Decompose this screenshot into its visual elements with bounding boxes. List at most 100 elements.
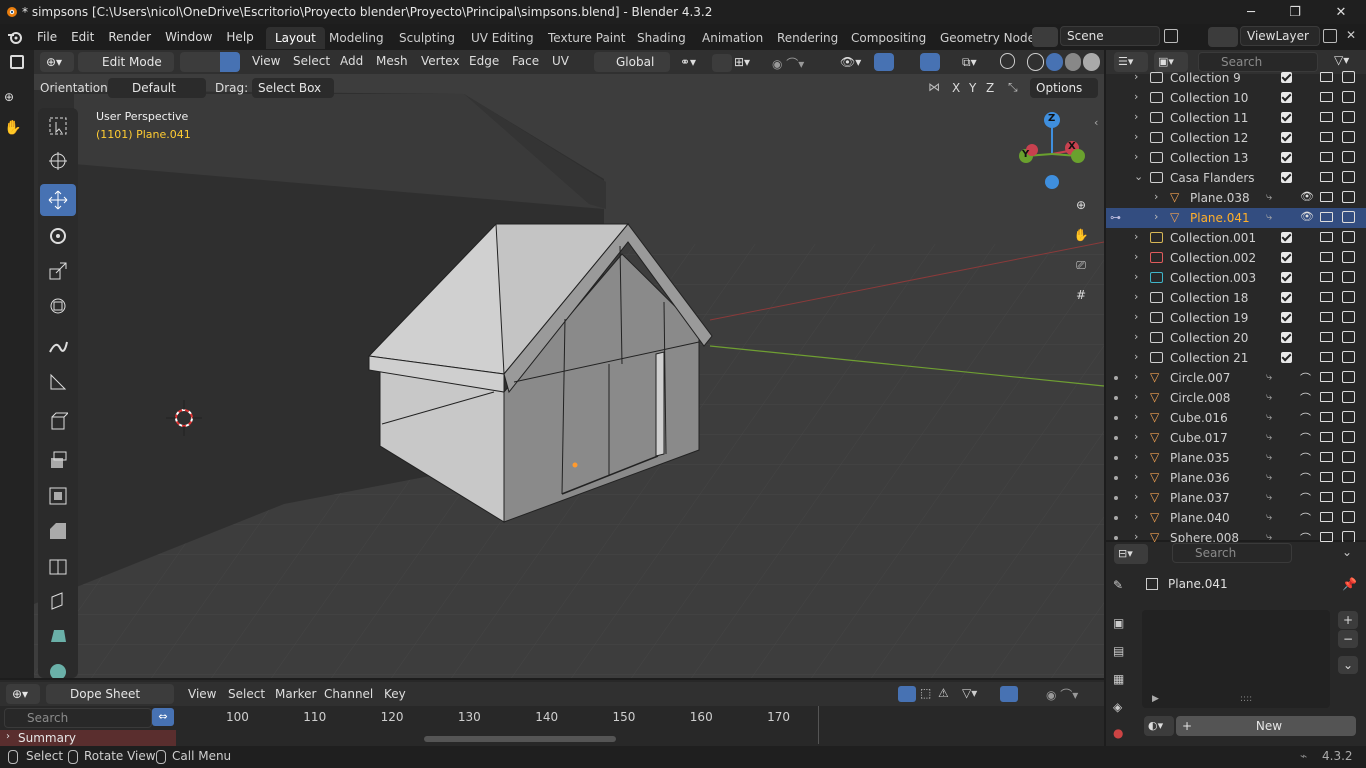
maximize-button[interactable]: ❐ [1272, 0, 1318, 24]
visibility-eye-icon[interactable]: ⌒ [1300, 470, 1311, 486]
outliner-row[interactable]: ⌄ Casa Flanders [1106, 168, 1366, 188]
expand-chevron-icon[interactable]: › [1134, 350, 1138, 363]
outliner-row[interactable]: › Collection 13 [1106, 148, 1366, 168]
render-toggle-icon[interactable] [1342, 511, 1355, 523]
only-selected-icon[interactable] [898, 686, 916, 702]
collapse-chevron-icon[interactable]: ⌄ [1134, 170, 1143, 183]
output-tab-icon[interactable]: ▤ [1113, 644, 1124, 658]
expand-chevron-icon[interactable]: › [1134, 430, 1138, 443]
exclude-checkbox[interactable] [1281, 232, 1292, 243]
camera-view-icon[interactable]: ⎚ [1068, 252, 1094, 278]
exclude-checkbox[interactable] [1281, 152, 1292, 163]
viewport-toggle-icon[interactable] [1320, 372, 1333, 382]
visibility-eye-icon[interactable]: ⌒ [1300, 490, 1311, 506]
scene-type-icon[interactable] [1032, 27, 1058, 47]
menu-face[interactable]: Face [512, 54, 539, 68]
tab-sculpting[interactable]: Sculpting [390, 27, 464, 49]
add-slot-icon[interactable]: + [1338, 611, 1358, 629]
expand-chevron-icon[interactable]: › [1134, 370, 1138, 383]
menu-select[interactable]: Select [293, 54, 330, 68]
viewport-toggle-icon[interactable] [1320, 252, 1333, 262]
summary-expand-icon[interactable]: › [6, 731, 10, 742]
expand-chevron-icon[interactable]: › [1134, 90, 1138, 103]
new-view-layer-icon[interactable] [1323, 29, 1337, 43]
render-toggle-icon[interactable] [1342, 451, 1355, 463]
menu-vertex[interactable]: Vertex [421, 54, 460, 68]
tool-tab-icon[interactable]: ✎ [1113, 578, 1123, 592]
outliner-row[interactable]: › ▽ Circle.007 ⤷ ⌒ [1106, 368, 1366, 388]
snap-icon[interactable] [712, 54, 732, 72]
outliner-row[interactable]: › ▽ Plane.036 ⤷ ⌒ [1106, 468, 1366, 488]
viewport-toggle-icon[interactable] [1320, 192, 1333, 202]
expand-chevron-icon[interactable]: › [1134, 330, 1138, 343]
menu-uv[interactable]: UV [552, 54, 569, 68]
expand-chevron-icon[interactable]: › [1134, 270, 1138, 283]
outliner-filter-icon[interactable]: ▽▾ [1334, 53, 1349, 67]
visibility-icon[interactable]: 👁▾ [840, 55, 861, 69]
ortho-toggle-icon[interactable]: # [1068, 282, 1094, 308]
expand-chevron-icon[interactable]: › [1134, 450, 1138, 463]
scene-selector[interactable]: Scene [1060, 26, 1160, 46]
viewport-toggle-icon[interactable] [1320, 472, 1333, 482]
viewport-toggle-icon[interactable] [1320, 352, 1333, 362]
render-toggle-icon[interactable] [1342, 71, 1355, 83]
transform-orientation-dropdown[interactable]: Global [594, 52, 670, 72]
outliner-row[interactable]: ⊶ › ▽ Plane.041 ⤷ 👁 [1106, 208, 1366, 228]
menu-render[interactable]: Render [101, 30, 158, 44]
3d-viewport[interactable]: User Perspective (1101) Plane.041 ‹ Z X … [34, 74, 1104, 678]
viewport-toggle-icon[interactable] [1320, 392, 1333, 402]
slot-menu-icon[interactable]: ⌄ [1338, 656, 1358, 674]
summary-row[interactable]: › Summary [0, 730, 176, 746]
face-select-icon[interactable] [220, 52, 240, 72]
outliner-row[interactable]: › ▽ Plane.040 ⤷ ⌒ [1106, 508, 1366, 528]
snap-target-icon[interactable]: ⊞▾ [734, 55, 750, 69]
world-tab-icon[interactable]: ● [1113, 726, 1123, 740]
poly-build-tool-icon[interactable] [40, 620, 76, 652]
visibility-eye-icon[interactable]: ⌒ [1300, 510, 1311, 526]
outliner-row[interactable]: › ▽ Cube.017 ⤷ ⌒ [1106, 428, 1366, 448]
exclude-checkbox[interactable] [1281, 92, 1292, 103]
render-toggle-icon[interactable] [1342, 231, 1355, 243]
editor-type-icon[interactable] [10, 55, 24, 69]
render-toggle-icon[interactable] [1342, 191, 1355, 203]
tab-uv-editing[interactable]: UV Editing [462, 27, 543, 49]
minimize-button[interactable]: ─ [1228, 0, 1274, 24]
solid-shading-icon[interactable] [1045, 53, 1063, 71]
add-cube-tool-icon[interactable] [40, 405, 76, 437]
visibility-eye-icon[interactable]: 👁 [1300, 190, 1314, 203]
viewport-toggle-icon[interactable] [1320, 152, 1333, 162]
outliner-row[interactable]: › Collection.003 [1106, 268, 1366, 288]
exclude-checkbox[interactable] [1281, 172, 1292, 183]
expand-chevron-icon[interactable]: › [1134, 130, 1138, 143]
viewport-toggle-icon[interactable] [1320, 452, 1333, 462]
rendered-shading-icon[interactable] [1083, 53, 1101, 71]
visibility-eye-icon[interactable]: ⌒ [1300, 370, 1311, 386]
menu-file[interactable]: File [30, 30, 64, 44]
viewport-toggle-icon[interactable] [1320, 292, 1333, 302]
close-button[interactable]: ✕ [1318, 0, 1364, 24]
expand-chevron-icon[interactable]: › [1134, 150, 1138, 163]
gizmo-toggle-icon[interactable] [874, 53, 894, 71]
menu-window[interactable]: Window [158, 30, 219, 44]
menu-mesh[interactable]: Mesh [376, 54, 408, 68]
timeline-proportional-icon[interactable]: ◉ ⌒▾ [1046, 686, 1078, 703]
overlay-toggle-icon[interactable] [920, 53, 940, 71]
timeline-search-input[interactable]: Search [4, 708, 152, 728]
menu-edge[interactable]: Edge [469, 54, 499, 68]
swap-icon[interactable]: ⇔ [152, 708, 174, 726]
menu-edit[interactable]: Edit [64, 30, 101, 44]
new-scene-icon[interactable] [1164, 29, 1178, 43]
editor-type-dropdown[interactable]: ⊕▾ [40, 52, 74, 72]
annotate-tool-icon[interactable] [40, 330, 76, 362]
exclude-checkbox[interactable] [1281, 72, 1292, 83]
outliner-row[interactable]: › Collection 20 [1106, 328, 1366, 348]
wireframe-toggle-icon[interactable] [1000, 53, 1015, 69]
auto-merge-icon[interactable]: ⤡ [1008, 80, 1018, 95]
navigation-gizmo[interactable]: Z X Y [994, 110, 1094, 190]
exclude-checkbox[interactable] [1281, 312, 1292, 323]
exclude-checkbox[interactable] [1281, 132, 1292, 143]
render-toggle-icon[interactable] [1342, 111, 1355, 123]
expand-chevron-icon[interactable]: › [1134, 70, 1138, 83]
timeline-filter-icon[interactable]: ▽▾ [962, 686, 977, 700]
visibility-eye-icon[interactable]: ⌒ [1300, 430, 1311, 446]
